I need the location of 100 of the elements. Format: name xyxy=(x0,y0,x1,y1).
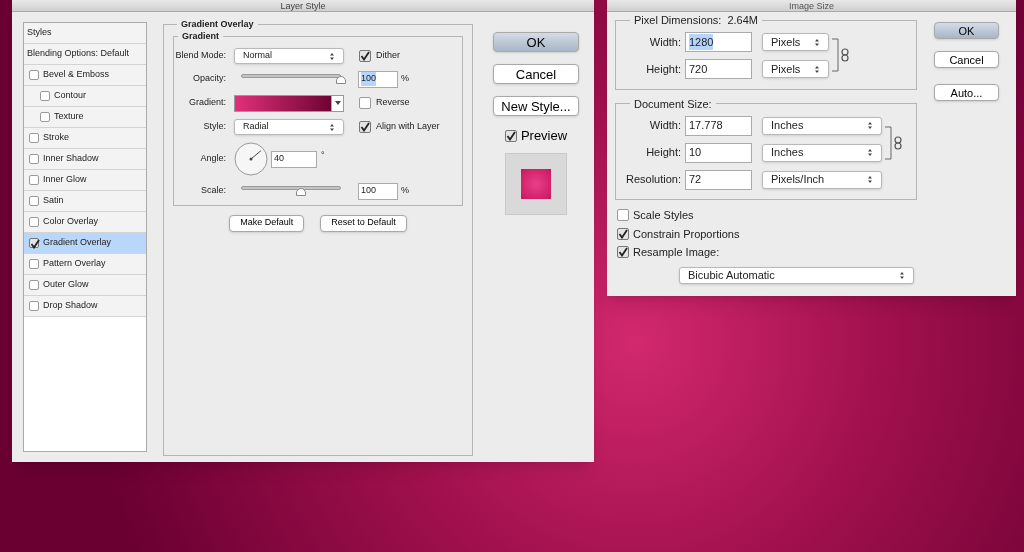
checkbox[interactable] xyxy=(29,238,39,248)
button[interactable]: OK xyxy=(934,22,999,39)
input-field[interactable]: 72 xyxy=(685,169,752,190)
checkbox[interactable] xyxy=(40,112,50,122)
input-field[interactable]: 17.778 xyxy=(685,115,752,136)
input-field[interactable]: 40 xyxy=(271,150,317,168)
checkbox-label: Resample Image: xyxy=(633,245,720,260)
updown-arrows-icon xyxy=(329,51,335,61)
checkbox[interactable] xyxy=(359,97,371,109)
checkbox-label: Dither xyxy=(376,49,400,63)
field-label: Width: xyxy=(648,34,682,50)
button[interactable]: New Style... xyxy=(493,96,579,116)
dropdown[interactable]: Pixels xyxy=(762,33,829,51)
button[interactable]: Auto... xyxy=(934,84,999,101)
input-field[interactable]: 100 xyxy=(358,70,398,88)
button[interactable]: Cancel xyxy=(934,51,999,68)
style-item[interactable]: Styles xyxy=(24,23,146,44)
checkbox[interactable] xyxy=(29,259,39,269)
style-item[interactable]: Inner Shadow xyxy=(24,149,146,170)
updown-arrows-icon xyxy=(867,148,873,157)
gradient-picker[interactable] xyxy=(234,94,344,112)
preview-swatch xyxy=(505,152,567,215)
dropdown[interactable]: Normal xyxy=(234,48,344,64)
dropdown[interactable]: Inches xyxy=(762,116,882,135)
input-field[interactable]: 720 xyxy=(685,59,752,79)
dropdown[interactable]: Bicubic Automatic xyxy=(679,266,914,284)
input-field[interactable]: 10 xyxy=(685,142,752,163)
field-label: Opacity: xyxy=(192,72,227,86)
group-title: Pixel Dimensions: xyxy=(634,13,722,28)
checkbox[interactable] xyxy=(359,121,371,133)
angle-dial[interactable] xyxy=(234,142,268,176)
checkbox[interactable] xyxy=(29,133,39,143)
updown-arrows-icon xyxy=(814,64,820,74)
style-item[interactable]: Gradient Overlay xyxy=(24,233,146,254)
dropdown[interactable]: Pixels/Inch xyxy=(762,170,882,189)
field-label: Blend Mode: xyxy=(174,49,227,63)
checkbox[interactable] xyxy=(29,175,39,185)
checkbox[interactable] xyxy=(29,154,39,164)
style-item[interactable]: Drop Shadow xyxy=(24,296,146,317)
checkbox[interactable] xyxy=(29,280,39,290)
unit-label: % xyxy=(401,72,409,86)
style-item[interactable]: Inner Glow xyxy=(24,170,146,191)
button[interactable]: Make Default xyxy=(229,214,305,232)
section-title: Gradient Overlay xyxy=(180,18,255,31)
updown-arrows-icon xyxy=(814,37,820,47)
group-title: Document Size: xyxy=(634,96,712,112)
size-value: 2.64M xyxy=(727,13,758,28)
style-item[interactable]: Bevel & Emboss xyxy=(24,65,146,86)
field-label: Gradient: xyxy=(187,96,227,110)
checkbox[interactable] xyxy=(617,227,629,240)
field-label: Resolution: xyxy=(624,172,682,188)
slider-thumb[interactable] xyxy=(336,76,346,84)
checkbox-label: Scale Styles xyxy=(633,208,694,223)
button[interactable]: OK xyxy=(493,32,579,52)
checkbox-label: Constrain Proportions xyxy=(633,226,740,242)
checkbox[interactable] xyxy=(359,50,371,62)
updown-arrows-icon xyxy=(899,270,905,280)
field-label: Height: xyxy=(645,61,682,77)
caret-icon xyxy=(334,101,341,105)
style-item[interactable]: Outer Glow xyxy=(24,275,146,296)
checkbox[interactable] xyxy=(617,209,629,222)
checkbox-label: Preview xyxy=(520,127,568,145)
button[interactable]: Reset to Default xyxy=(320,214,407,232)
link-bracket-icon[interactable] xyxy=(832,36,852,73)
dropdown[interactable]: Radial xyxy=(234,119,344,135)
checkbox[interactable] xyxy=(29,301,39,311)
style-item[interactable]: Pattern Overlay xyxy=(24,254,146,275)
updown-arrows-icon xyxy=(329,122,335,132)
style-item[interactable]: Color Overlay xyxy=(24,212,146,233)
style-item[interactable]: Texture xyxy=(24,107,146,128)
button[interactable]: Cancel xyxy=(493,64,579,84)
style-item[interactable]: Satin xyxy=(24,191,146,212)
field-label: Height: xyxy=(645,145,682,161)
checkbox-label: Align with Layer xyxy=(376,120,440,134)
style-item[interactable]: Blending Options: Default xyxy=(24,44,146,65)
checkbox-label: Reverse xyxy=(376,96,410,110)
checkbox[interactable] xyxy=(29,196,39,206)
style-item[interactable]: Contour xyxy=(24,86,146,107)
checkbox[interactable] xyxy=(40,91,50,101)
slider-thumb[interactable] xyxy=(296,188,306,196)
unit-label: ° xyxy=(321,149,325,163)
updown-arrows-icon xyxy=(867,121,873,130)
updown-arrows-icon xyxy=(867,175,873,184)
unit-label: % xyxy=(401,184,409,198)
checkbox[interactable] xyxy=(504,129,517,142)
style-item[interactable]: Stroke xyxy=(24,128,146,149)
field-label: Style: xyxy=(202,120,227,134)
dropdown[interactable]: Inches xyxy=(762,143,882,162)
dropdown[interactable]: Pixels xyxy=(762,60,829,78)
window-title: Image Size xyxy=(789,0,834,11)
field-label: Scale: xyxy=(200,184,227,198)
input-field[interactable]: 100 xyxy=(358,182,398,200)
field-label: Width: xyxy=(648,118,682,134)
link-bracket-icon[interactable] xyxy=(885,125,905,161)
checkbox[interactable] xyxy=(617,246,629,259)
group-title: Gradient xyxy=(181,29,220,43)
checkbox[interactable] xyxy=(29,217,39,227)
checkbox[interactable] xyxy=(29,70,39,80)
field-label: Angle: xyxy=(199,152,227,166)
input-field[interactable]: 1280 xyxy=(685,32,752,52)
